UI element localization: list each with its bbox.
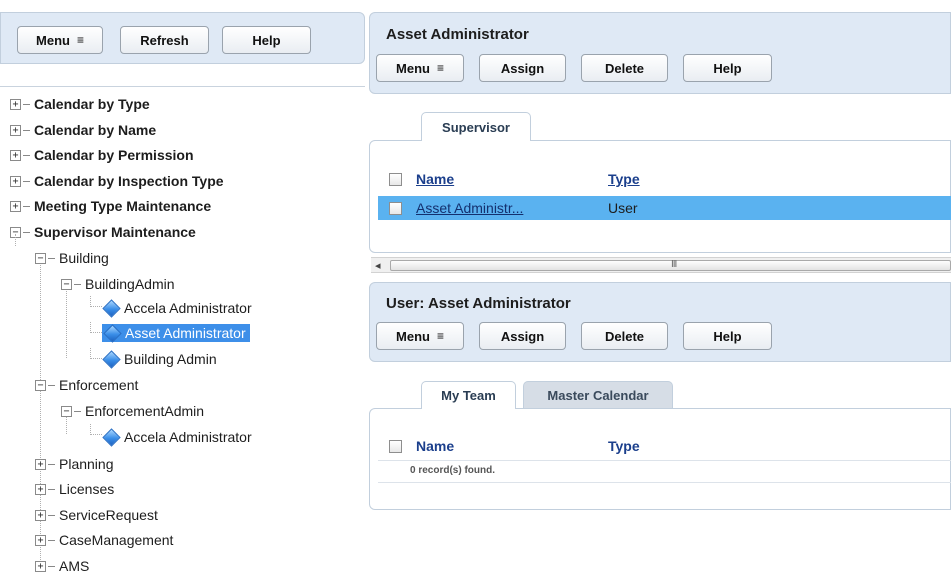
tree-item-calendar-by-permission[interactable]: + Calendar by Permission <box>10 145 194 165</box>
user-diamond-icon <box>102 349 121 369</box>
refresh-button[interactable]: Refresh <box>120 26 209 54</box>
tab-master-calendar[interactable]: Master Calendar <box>523 381 673 408</box>
bottom-menu-button[interactable]: Menu ≡ <box>376 322 464 350</box>
tree-item-ams[interactable]: + AMS <box>35 556 89 576</box>
bottom-assign-button[interactable]: Assign <box>479 322 566 350</box>
tree-leaf-label: Asset Administrator <box>125 325 246 341</box>
tree-item-supervisor-maintenance[interactable]: − Supervisor Maintenance <box>10 222 196 242</box>
tree-leaf-accela-administrator[interactable]: Accela Administrator <box>102 298 252 318</box>
collapse-icon[interactable]: − <box>35 252 46 264</box>
expand-icon[interactable]: + <box>10 149 21 161</box>
record-count: 0 record(s) found. <box>410 465 496 476</box>
tree-item-label: ServiceRequest <box>59 507 158 523</box>
tree-item-calendar-by-name[interactable]: + Calendar by Name <box>10 120 156 140</box>
user-diamond-icon <box>102 298 121 318</box>
row-name-link[interactable]: Asset Administr... <box>416 200 523 216</box>
tree-item-label: BuildingAdmin <box>85 276 175 292</box>
tree-item-calendar-by-inspection-type[interactable]: + Calendar by Inspection Type <box>10 171 224 191</box>
menu-dropdown-icon: ≡ <box>76 33 84 47</box>
tree-item-enforcement-admin[interactable]: − EnforcementAdmin <box>61 401 204 421</box>
top-delete-button[interactable]: Delete <box>581 54 668 82</box>
tab-my-team[interactable]: My Team <box>421 381 516 409</box>
tree-item-label: Licenses <box>59 481 115 497</box>
top-section-title: Asset Administrator <box>386 26 529 43</box>
menu-dropdown-icon: ≡ <box>436 61 444 75</box>
tree-item-label: Enforcement <box>59 377 139 393</box>
tree-item-building-admin[interactable]: − BuildingAdmin <box>61 274 175 294</box>
row-type-cell: User <box>608 200 638 216</box>
tree-item-enforcement[interactable]: − Enforcement <box>35 375 138 395</box>
collapse-icon[interactable]: − <box>61 278 72 290</box>
expand-icon[interactable]: + <box>35 534 46 546</box>
tree-item-label: Supervisor Maintenance <box>34 224 196 240</box>
left-toolbar: Menu ≡ Refresh Help <box>0 12 365 64</box>
expand-icon[interactable]: + <box>35 509 46 521</box>
top-help-button[interactable]: Help <box>683 54 772 82</box>
tree-item-calendar-by-type[interactable]: + Calendar by Type <box>10 94 150 114</box>
tab-supervisor[interactable]: Supervisor <box>421 112 531 141</box>
tree-item-label: Calendar by Permission <box>34 147 194 163</box>
scrollbar-thumb[interactable]: III <box>390 259 951 271</box>
tree-item-meeting-type-maintenance[interactable]: + Meeting Type Maintenance <box>10 196 211 216</box>
tree-leaf-enforcement-accela-administrator[interactable]: Accela Administrator <box>102 427 252 447</box>
bottom-section-title: User: Asset Administrator <box>386 295 571 312</box>
expand-icon[interactable]: + <box>35 458 46 470</box>
column-header-name[interactable]: Name <box>416 438 454 454</box>
menu-button-label: Menu <box>36 32 70 48</box>
expand-icon[interactable]: + <box>10 175 21 187</box>
top-assign-button[interactable]: Assign <box>479 54 566 82</box>
tree-leaf-building-admin[interactable]: Building Admin <box>102 349 217 369</box>
tree-item-servicerequest[interactable]: + ServiceRequest <box>35 505 158 525</box>
tree-item-label: Meeting Type Maintenance <box>34 198 212 214</box>
collapse-icon[interactable]: − <box>61 405 72 417</box>
tree-leaf-asset-administrator-selected[interactable]: Asset Administrator <box>102 323 250 343</box>
tree-item-label: AMS <box>59 558 90 574</box>
column-header-type[interactable]: Type <box>608 171 640 187</box>
expand-icon[interactable]: + <box>10 98 21 110</box>
expand-icon[interactable]: + <box>10 200 21 212</box>
my-team-grid <box>369 408 951 510</box>
row-checkbox[interactable] <box>389 202 402 215</box>
selected-leaf-highlight: Asset Administrator <box>102 323 250 343</box>
tree-item-licenses[interactable]: + Licenses <box>35 479 114 499</box>
horizontal-scrollbar[interactable]: ◂ III <box>371 257 951 273</box>
tree-item-label: EnforcementAdmin <box>85 403 205 419</box>
expand-icon[interactable]: + <box>35 560 46 572</box>
menu-dropdown-icon: ≡ <box>436 329 444 343</box>
column-header-name[interactable]: Name <box>416 171 454 187</box>
menu-button-label: Menu <box>396 328 430 344</box>
left-menu-button[interactable]: Menu ≡ <box>17 26 103 54</box>
tree-item-label: Planning <box>59 456 114 472</box>
user-diamond-icon <box>102 427 121 447</box>
top-menu-button[interactable]: Menu ≡ <box>376 54 464 82</box>
menu-button-label: Menu <box>396 60 430 76</box>
tree-item-label: Calendar by Inspection Type <box>34 173 224 189</box>
scroll-left-icon[interactable]: ◂ <box>375 259 381 272</box>
tree-item-label: Building <box>59 250 109 266</box>
left-help-button[interactable]: Help <box>222 26 311 54</box>
select-all-checkbox[interactable] <box>389 440 402 453</box>
bottom-help-button[interactable]: Help <box>683 322 772 350</box>
scroll-grip-icon: III <box>671 259 677 270</box>
tree-item-label: Calendar by Name <box>34 122 157 138</box>
select-all-checkbox[interactable] <box>389 173 402 186</box>
column-header-type[interactable]: Type <box>608 438 640 454</box>
tree-item-casemanagement[interactable]: + CaseManagement <box>35 530 173 550</box>
tree-item-building[interactable]: − Building <box>35 248 109 268</box>
bottom-delete-button[interactable]: Delete <box>581 322 668 350</box>
tree-item-planning[interactable]: + Planning <box>35 454 114 474</box>
tree-item-label: Calendar by Type <box>34 96 150 112</box>
expand-icon[interactable]: + <box>35 483 46 495</box>
tree-leaf-label: Accela Administrator <box>124 429 252 445</box>
tree-item-label: CaseManagement <box>59 532 174 548</box>
collapse-icon[interactable]: − <box>35 379 46 391</box>
tree-leaf-label: Accela Administrator <box>124 300 252 316</box>
expand-icon[interactable]: + <box>10 124 21 136</box>
tree-leaf-label: Building Admin <box>124 351 217 367</box>
user-diamond-icon <box>103 323 122 343</box>
